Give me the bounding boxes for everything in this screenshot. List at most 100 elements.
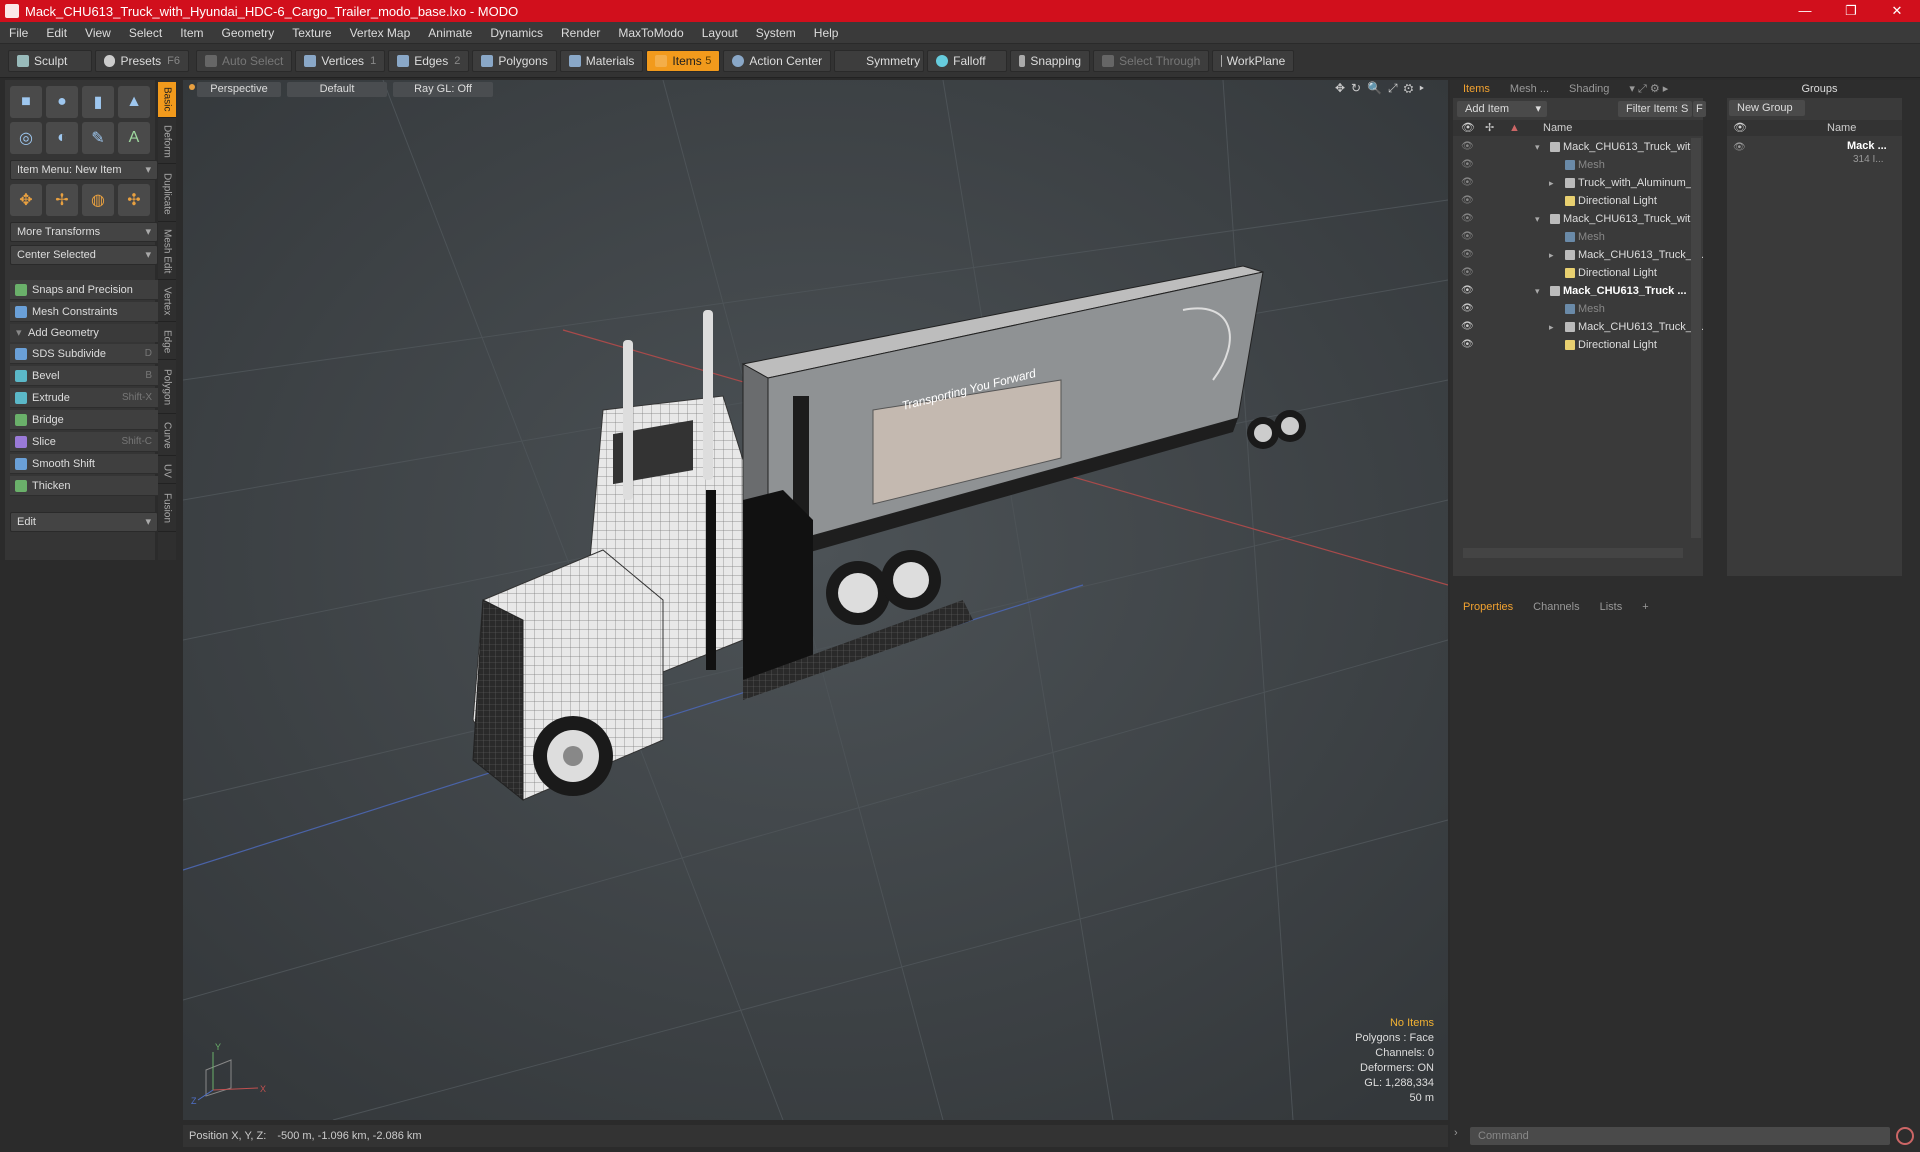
tab-items[interactable]: Items (1453, 83, 1500, 95)
eye-icon[interactable]: 👁 (1461, 282, 1474, 300)
menu-layout[interactable]: Layout (693, 26, 747, 40)
minimize-button[interactable]: — (1782, 3, 1828, 19)
sphere-tool-icon[interactable]: ● (46, 86, 78, 118)
tab-lists[interactable]: Lists (1590, 601, 1633, 613)
edges-button[interactable]: Edges 2 (388, 49, 470, 72)
group-row[interactable]: 👁 Mack ... 314 I... (1727, 138, 1902, 168)
cube-tool-icon[interactable]: ■ (10, 86, 42, 118)
tree-item[interactable]: 👁 Directional Light (1453, 336, 1703, 354)
extrude-button[interactable]: Extrude Shift-X (10, 388, 158, 408)
tab-duplicate[interactable]: Duplicate (158, 166, 176, 222)
tree-item[interactable]: 👁 ▾ Mack_CHU613_Truck_wit... (1453, 210, 1703, 228)
slice-button[interactable]: Slice Shift-C (10, 432, 158, 452)
tree-item[interactable]: 👁 ▸ Mack_CHU613_Truck_ ... (1453, 246, 1703, 264)
tree-item[interactable]: 👁 Mesh (1453, 228, 1703, 246)
pen-tool-icon[interactable]: ✎ (82, 122, 114, 154)
eye-icon[interactable]: 👁 (1733, 142, 1746, 153)
expand-arrow-icon[interactable]: ▸ (1549, 318, 1554, 336)
menu-animate[interactable]: Animate (419, 26, 481, 40)
menu-render[interactable]: Render (552, 26, 609, 40)
menu-item[interactable]: Item (171, 26, 212, 40)
eye-icon[interactable]: 👁 (1461, 318, 1474, 336)
menu-system[interactable]: System (747, 26, 805, 40)
command-input[interactable]: Command (1470, 1127, 1890, 1145)
f-button[interactable]: F (1693, 101, 1706, 117)
tree-item[interactable]: 👁 ▾ Mack_CHU613_Truck_wit... (1453, 138, 1703, 156)
thicken-button[interactable]: Thicken (10, 476, 158, 496)
sds-subdivide-button[interactable]: SDS Subdivide D (10, 344, 158, 364)
vertices-button[interactable]: Vertices 1 (295, 49, 386, 72)
tab-shading[interactable]: Shading (1559, 83, 1619, 95)
tree-item[interactable]: 👁 ▾ Mack_CHU613_Truck ... (1453, 282, 1703, 300)
tab-polygon[interactable]: Polygon (158, 362, 176, 414)
eye-icon[interactable]: 👁 (1461, 192, 1474, 210)
tab-edge[interactable]: Edge (158, 324, 176, 360)
s-button[interactable]: S (1677, 101, 1693, 117)
cone-tool-icon[interactable]: ▲ (118, 86, 150, 118)
tabs-menu-icon[interactable]: ▾ ⤢ ⚙ ▸ (1619, 82, 1678, 96)
items-h-scrollbar[interactable] (1463, 548, 1683, 558)
tree-item[interactable]: 👁 Directional Light (1453, 192, 1703, 210)
expand-arrow-icon[interactable]: ▸ (1549, 246, 1554, 264)
snaps-precision-button[interactable]: Snaps and Precision (10, 280, 158, 300)
transform-tool-icon[interactable]: ✣ (118, 184, 150, 216)
center-selected-dropdown[interactable]: Center Selected (10, 245, 158, 265)
item-menu-dropdown[interactable]: Item Menu: New Item (10, 160, 158, 180)
materials-button[interactable]: Materials (559, 49, 644, 72)
cylinder-tool-icon[interactable]: ▮ (82, 86, 114, 118)
view-type-dropdown[interactable]: Perspective (197, 81, 281, 97)
smooth-shift-button[interactable]: Smooth Shift (10, 454, 158, 474)
move-tool-icon[interactable]: ✥ (10, 184, 42, 216)
tree-item[interactable]: 👁 ▸ Mack_CHU613_Truck_ ... (1453, 318, 1703, 336)
tab-mesh-edit[interactable]: Mesh Edit (158, 224, 176, 280)
tab-uv[interactable]: UV (158, 458, 176, 484)
bridge-button[interactable]: Bridge (10, 410, 158, 430)
menu-help[interactable]: Help (805, 26, 848, 40)
add-geometry-header[interactable]: ▾ Add Geometry (10, 324, 158, 342)
falloff-button[interactable]: Falloff (927, 49, 1008, 72)
menu-select[interactable]: Select (120, 26, 171, 40)
expand-arrow-icon[interactable]: ▸ (1549, 174, 1554, 192)
tree-item[interactable]: 👁 ▸ Truck_with_Aluminum_... (1453, 174, 1703, 192)
record-icon[interactable] (1896, 1127, 1914, 1145)
presets-button[interactable]: Presets F6 (95, 49, 189, 72)
rotate-tool-icon[interactable]: ✢ (46, 184, 78, 216)
tab-mesh[interactable]: Mesh ... (1500, 83, 1559, 95)
eye-icon[interactable]: 👁 (1461, 156, 1474, 174)
text-tool-icon[interactable]: A (118, 122, 150, 154)
workplane-button[interactable]: WorkPlane (1212, 49, 1295, 72)
mesh-constraints-button[interactable]: Mesh Constraints (10, 302, 158, 322)
menu-texture[interactable]: Texture (283, 26, 340, 40)
tree-item[interactable]: 👁 Mesh (1453, 300, 1703, 318)
symmetry-button[interactable]: Symmetry (834, 49, 925, 72)
menu-maxtomodo[interactable]: MaxToModo (609, 26, 692, 40)
raygl-toggle[interactable]: Ray GL: Off (393, 81, 493, 97)
capsule-tool-icon[interactable]: ◐ (46, 122, 78, 154)
3d-viewport[interactable]: Transporting You Forward Y X Z Perspecti… (183, 80, 1448, 1120)
eye-icon[interactable]: 👁 (1461, 138, 1474, 156)
viewport-nav-icons[interactable]: ✥↻🔍⤢⚙▸ (1335, 81, 1430, 96)
tab-basic[interactable]: Basic (158, 82, 176, 118)
eye-icon[interactable]: 👁 (1461, 264, 1474, 282)
tab-fusion[interactable]: Fusion (158, 486, 176, 532)
more-transforms-dropdown[interactable]: More Transforms (10, 222, 158, 242)
eye-icon[interactable]: 👁 (1461, 246, 1474, 264)
select-through-button[interactable]: Select Through (1093, 49, 1210, 72)
menu-edit[interactable]: Edit (37, 26, 76, 40)
tree-item[interactable]: 👁 Mesh (1453, 156, 1703, 174)
shading-dropdown[interactable]: Default (287, 81, 387, 97)
tab-deform[interactable]: Deform (158, 120, 176, 164)
menu-geometry[interactable]: Geometry (213, 26, 284, 40)
menu-view[interactable]: View (76, 26, 120, 40)
menu-vertex-map[interactable]: Vertex Map (341, 26, 420, 40)
expand-arrow-icon[interactable]: ▾ (1535, 210, 1540, 228)
add-item-dropdown[interactable]: Add Item ▾ (1457, 101, 1547, 117)
items-scrollbar[interactable] (1691, 138, 1701, 538)
menu-file[interactable]: File (0, 26, 37, 40)
auto-select-button[interactable]: Auto Select (196, 49, 293, 72)
eye-icon[interactable]: 👁 (1461, 300, 1474, 318)
tab-channels[interactable]: Channels (1523, 601, 1589, 613)
eye-icon[interactable]: 👁 (1461, 228, 1474, 246)
eye-icon[interactable]: 👁 (1461, 336, 1474, 354)
snapping-button[interactable]: Snapping (1010, 49, 1091, 72)
